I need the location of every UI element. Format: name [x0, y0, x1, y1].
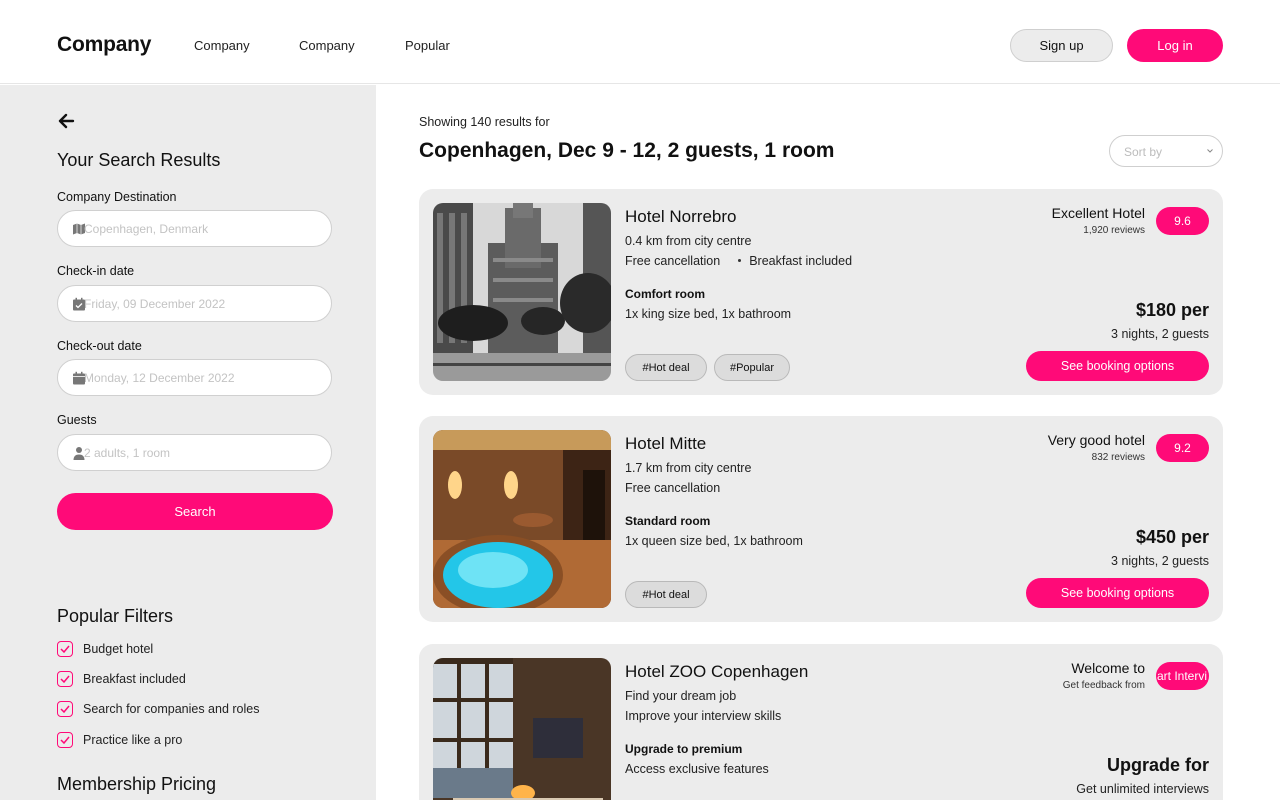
room-beds: Access exclusive features	[625, 762, 769, 776]
nav-link-company-2[interactable]: Company	[299, 38, 355, 53]
hotel-subtitle: Improve your interview skills	[625, 709, 782, 723]
hotel-name[interactable]: Hotel ZOO Copenhagen	[625, 662, 808, 682]
hotel-tagline: Find your dream job	[625, 689, 737, 703]
hotel-price: $450 per	[1135, 527, 1209, 547]
review-count: 832 reviews	[1091, 452, 1145, 463]
rating-label: Welcome to	[1071, 660, 1145, 676]
tag-hot-deal[interactable]: #Hot deal	[625, 581, 707, 608]
checkin-input[interactable]: Friday, 09 December 2022	[57, 285, 332, 322]
separator-dot	[738, 259, 742, 263]
checkbox-checked-icon[interactable]	[57, 671, 73, 687]
filter-label: Search for companies and roles	[83, 702, 260, 716]
back-arrow-icon[interactable]	[57, 112, 75, 130]
room-beds: 1x king size bed, 1x bathroom	[625, 307, 792, 321]
room-beds: 1x queen size bed, 1x bathroom	[625, 534, 803, 548]
stay-details: Get unlimited interviews	[1076, 782, 1209, 796]
checkin-label: Check-in date	[57, 264, 135, 278]
hotel-card: Hotel Mitte 1.7 km from city centre Free…	[419, 416, 1223, 622]
login-button[interactable]: Log in	[1127, 29, 1223, 62]
checkout-placeholder: Monday, 12 December 2022	[84, 371, 235, 385]
sort-dropdown[interactable]: Sort by	[1109, 135, 1223, 167]
hotel-card: Hotel Norrebro 0.4 km from city centre F…	[419, 189, 1223, 395]
tag-popular[interactable]: #Popular	[714, 354, 790, 381]
hotel-price: $180 per	[1135, 300, 1209, 320]
hotel-photo[interactable]	[433, 203, 611, 381]
search-button[interactable]: Search	[57, 493, 333, 530]
destination-placeholder: Copenhagen, Denmark	[84, 222, 209, 236]
review-count: 1,920 reviews	[1083, 225, 1145, 236]
checkout-input[interactable]: Monday, 12 December 2022	[57, 359, 332, 396]
nav-link-company-1[interactable]: Company	[194, 38, 250, 53]
filter-label: Practice like a pro	[83, 733, 183, 747]
room-type: Comfort room	[625, 287, 705, 301]
top-navbar: Company Company Company Popular Sign up …	[0, 0, 1280, 84]
hotel-name[interactable]: Hotel Mitte	[625, 434, 706, 454]
filter-budget-hotel[interactable]: Budget hotel	[57, 641, 153, 657]
checkbox-checked-icon[interactable]	[57, 732, 73, 748]
tag-hot-deal[interactable]: #Hot deal	[625, 354, 707, 381]
brand-logo[interactable]: Company	[57, 33, 151, 57]
filter-search-companies[interactable]: Search for companies and roles	[57, 701, 259, 717]
checkbox-checked-icon[interactable]	[57, 701, 73, 717]
see-booking-options-button[interactable]: See booking options	[1026, 578, 1209, 608]
hotel-photo[interactable]	[433, 430, 611, 608]
hotel-price: Upgrade for	[1106, 755, 1209, 775]
results-count: Showing 140 results for	[419, 115, 550, 129]
signup-button[interactable]: Sign up	[1010, 29, 1113, 62]
room-type: Standard room	[625, 514, 711, 528]
hotel-perks: Free cancellation Breakfast included	[625, 254, 852, 268]
perk-breakfast: Breakfast included	[749, 254, 853, 268]
rating-label: Very good hotel	[1047, 432, 1145, 448]
room-type: Upgrade to premium	[625, 742, 743, 756]
see-booking-options-button[interactable]: See booking options	[1026, 351, 1209, 381]
guests-input[interactable]: 2 adults, 1 room	[57, 434, 332, 471]
hotel-name[interactable]: Hotel Norrebro	[625, 207, 737, 227]
hotel-card: Hotel ZOO Copenhagen Find your dream job…	[419, 644, 1223, 800]
score-badge: 9.6	[1156, 207, 1209, 235]
search-query-title: Copenhagen, Dec 9 - 12, 2 guests, 1 room	[419, 139, 835, 162]
destination-label: Company Destination	[57, 190, 177, 204]
filter-practice-pro[interactable]: Practice like a pro	[57, 732, 182, 748]
chevron-down-icon	[1207, 149, 1213, 153]
hotel-distance: 0.4 km from city centre	[625, 234, 752, 248]
membership-pricing-title: Membership Pricing	[57, 774, 217, 794]
nav-link-popular[interactable]: Popular	[405, 38, 450, 53]
review-count: Get feedback from	[1062, 680, 1145, 691]
checkbox-checked-icon[interactable]	[57, 641, 73, 657]
score-badge: 9.2	[1156, 434, 1209, 462]
popular-filters-title: Popular Filters	[57, 606, 174, 626]
checkout-label: Check-out date	[57, 339, 142, 353]
filter-label: Budget hotel	[83, 642, 154, 656]
filter-breakfast-included[interactable]: Breakfast included	[57, 671, 186, 687]
hotel-photo[interactable]	[433, 658, 611, 800]
filter-label: Breakfast included	[83, 672, 186, 686]
guests-placeholder: 2 adults, 1 room	[84, 446, 171, 460]
checkin-placeholder: Friday, 09 December 2022	[84, 297, 226, 311]
rating-label: Excellent Hotel	[1051, 205, 1145, 221]
score-badge[interactable]: art Intervi	[1156, 662, 1209, 690]
stay-details: 3 nights, 2 guests	[1111, 554, 1209, 568]
destination-input[interactable]: Copenhagen, Denmark	[57, 210, 332, 247]
perk-free-cancellation: Free cancellation	[625, 481, 721, 495]
sidebar-title: Your Search Results	[57, 150, 221, 170]
search-sidebar: Your Search Results Company Destination …	[0, 85, 376, 800]
stay-details: 3 nights, 2 guests	[1111, 327, 1209, 341]
perk-free-cancellation: Free cancellation	[625, 254, 721, 268]
sort-label: Sort by	[1124, 145, 1163, 159]
guests-label: Guests	[57, 413, 97, 427]
hotel-distance: 1.7 km from city centre	[625, 461, 752, 475]
